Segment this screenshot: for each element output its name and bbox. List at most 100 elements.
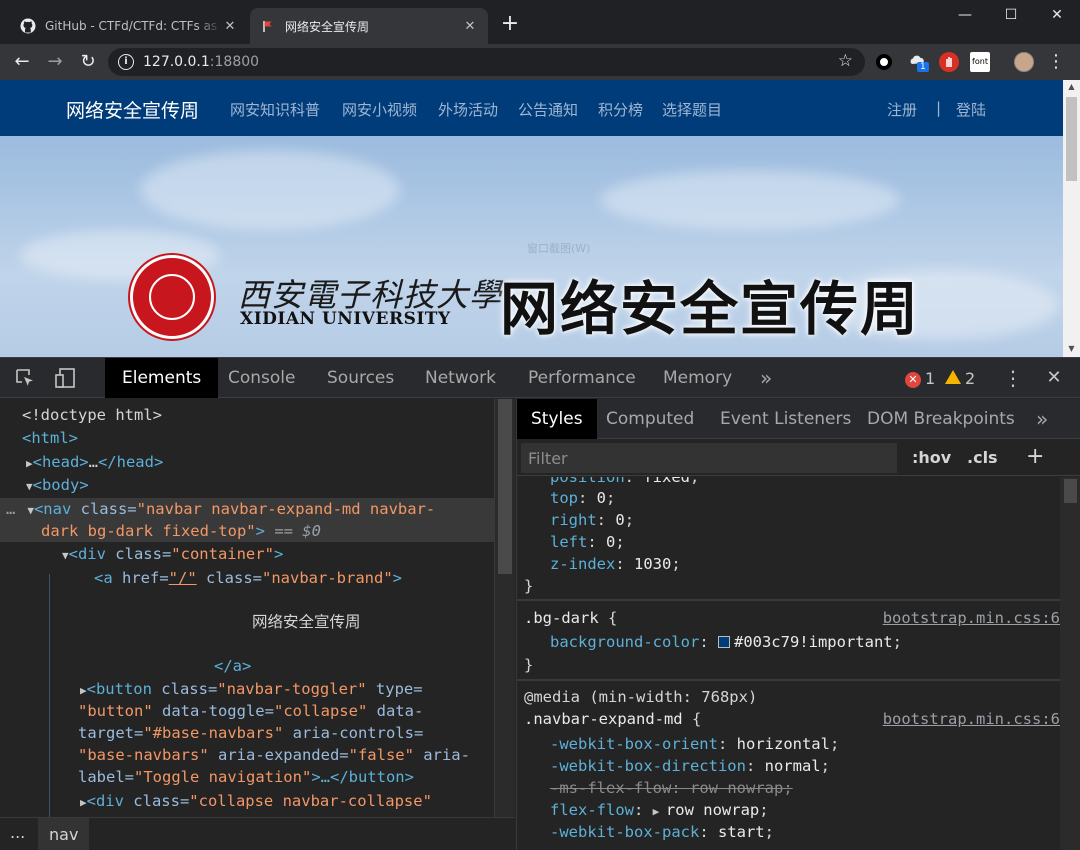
dom-node-brand-link[interactable]: <a href="/" class="navbar-brand">: [0, 567, 494, 589]
tab-sources[interactable]: Sources: [327, 358, 394, 398]
url-text[interactable]: 127.0.0.1:18800: [143, 54, 259, 70]
expand-shorthand-icon[interactable]: ▶: [653, 805, 666, 818]
css-rule-header[interactable]: .navbar-expand-md {bootstrap.min.css:6: [524, 708, 1060, 730]
styles-filter-input[interactable]: [521, 443, 897, 473]
tab-dom-breakpoints[interactable]: DOM Breakpoints: [867, 399, 1015, 439]
tab-memory[interactable]: Memory: [663, 358, 732, 398]
css-declaration[interactable]: top: 0;: [550, 487, 615, 509]
tab-close-icon[interactable]: ✕: [222, 19, 238, 34]
class-toggle[interactable]: .cls: [967, 448, 998, 467]
extension-hand-icon[interactable]: [939, 52, 959, 72]
nav-link-scoreboard[interactable]: 积分榜: [598, 99, 643, 120]
nav-link-activities[interactable]: 外场活动: [438, 99, 498, 120]
elements-scrollbar[interactable]: [494, 399, 515, 817]
styles-scrollbar[interactable]: [1060, 477, 1080, 850]
extension-circle-icon[interactable]: [876, 54, 892, 70]
register-link[interactable]: 注册: [887, 99, 917, 120]
dom-node-toggler-cont[interactable]: label="Toggle navigation">…</button>: [0, 766, 494, 788]
browser-menu-icon[interactable]: ⋮: [1044, 50, 1068, 74]
extension-cloud-icon[interactable]: 1: [908, 52, 929, 72]
more-tabs-icon[interactable]: »: [1036, 399, 1048, 439]
warning-counter[interactable]: 2: [945, 369, 975, 388]
css-declaration[interactable]: z-index: 1030;: [550, 553, 681, 575]
dom-node-head[interactable]: ▶<head>…</head>: [0, 451, 494, 473]
tab-styles[interactable]: Styles: [517, 399, 597, 439]
tab-event-listeners[interactable]: Event Listeners: [720, 399, 851, 439]
site-info-icon[interactable]: i: [118, 54, 134, 70]
styles-scrollbar-thumb[interactable]: [1064, 479, 1077, 503]
css-declaration[interactable]: flex-flow: ▶ row nowrap;: [550, 799, 769, 821]
devtools-close-icon[interactable]: ✕: [1043, 367, 1065, 389]
nav-link-challenges[interactable]: 选择题目: [662, 99, 722, 120]
css-rule-header[interactable]: .bg-dark {bootstrap.min.css:6: [524, 607, 1060, 629]
dom-node-toggler-cont[interactable]: "base-navbars" aria-expanded="false" ari…: [0, 744, 494, 766]
scroll-down-arrow[interactable]: ▼: [1063, 344, 1080, 353]
nav-link-videos[interactable]: 网安小视频: [342, 99, 417, 120]
close-window-button[interactable]: ✕: [1034, 0, 1080, 32]
new-tab-button[interactable]: +: [498, 13, 522, 37]
new-rule-plus-icon[interactable]: +: [1026, 444, 1044, 469]
expand-triangle-icon[interactable]: ▶: [26, 457, 33, 470]
extension-font-icon[interactable]: font: [970, 52, 990, 72]
tab-close-icon[interactable]: ✕: [462, 19, 478, 34]
expand-triangle-icon[interactable]: ▶: [80, 796, 87, 809]
device-toolbar-icon[interactable]: [54, 367, 76, 389]
login-link[interactable]: 登陆: [956, 99, 986, 120]
dom-text-brand[interactable]: 网络安全宣传周: [0, 611, 494, 633]
scroll-up-arrow[interactable]: ▲: [1063, 82, 1080, 91]
dom-node-nav-selected-cont[interactable]: dark bg-dark fixed-top"> == $0: [0, 520, 494, 542]
page-scrollbar[interactable]: ▲ ▼: [1063, 80, 1080, 357]
forward-button[interactable]: →: [43, 50, 67, 74]
breadcrumb-more[interactable]: ...: [10, 823, 25, 842]
nav-link-announcements[interactable]: 公告通知: [518, 99, 578, 120]
minimize-button[interactable]: —: [942, 0, 988, 32]
dom-node-doctype[interactable]: <!doctype html>: [0, 404, 494, 426]
color-swatch[interactable]: [717, 636, 730, 648]
tab-performance[interactable]: Performance: [528, 358, 636, 398]
dom-node-toggler-cont[interactable]: target="#base-navbars" aria-controls=: [0, 722, 494, 744]
breadcrumb-node-nav[interactable]: nav: [38, 818, 90, 850]
profile-avatar[interactable]: [1014, 52, 1034, 72]
dom-node-collapse[interactable]: ▶<div class="collapse navbar-collapse": [0, 790, 494, 812]
dom-node-a-close[interactable]: </a>: [0, 655, 494, 677]
reload-button[interactable]: ↻: [76, 50, 100, 74]
css-declaration-overridden[interactable]: -ms-flex-flow: row nowrap;: [550, 777, 793, 799]
css-declaration[interactable]: -webkit-box-orient: horizontal;: [550, 733, 839, 755]
dom-node-toggler-cont[interactable]: "button" data-toggle="collapse" data-: [0, 700, 494, 722]
error-counter[interactable]: ✕ 1: [905, 369, 935, 388]
nav-link-knowledge[interactable]: 网安知识科普: [230, 99, 320, 120]
dom-node-toggler[interactable]: ▶<button class="navbar-toggler" type=: [0, 678, 494, 700]
dom-node-nav-selected[interactable]: … ▼<nav class="navbar navbar-expand-md na…: [0, 498, 494, 520]
elements-tree[interactable]: <!doctype html> <html> ▶<head>…</head> ▼…: [0, 399, 494, 817]
site-brand-link[interactable]: 网络安全宣传周: [66, 96, 199, 123]
maximize-button[interactable]: ☐: [988, 0, 1034, 32]
css-declaration[interactable]: -webkit-box-pack: start;: [550, 821, 774, 843]
collapse-triangle-icon[interactable]: ▼: [27, 504, 34, 517]
expand-triangle-icon[interactable]: ▶: [80, 684, 87, 697]
hover-state-toggle[interactable]: :hov: [912, 448, 951, 467]
back-button[interactable]: ←: [10, 50, 34, 74]
elements-scrollbar-thumb[interactable]: [498, 399, 512, 574]
dom-node-container[interactable]: ▼<div class="container">: [0, 543, 494, 565]
css-declaration[interactable]: background-color: #003c79!important;: [550, 631, 902, 653]
tab-active-site[interactable]: 网络安全宣传周 ✕: [250, 8, 488, 44]
bookmark-star-icon[interactable]: ☆: [838, 51, 853, 71]
devtools-menu-icon[interactable]: ⋮: [1002, 367, 1024, 389]
css-source-link[interactable]: bootstrap.min.css:6: [883, 708, 1060, 730]
page-scrollbar-thumb[interactable]: [1066, 97, 1077, 181]
css-declaration[interactable]: left: 0;: [550, 531, 625, 553]
tab-network[interactable]: Network: [425, 358, 496, 398]
tab-github[interactable]: GitHub - CTFd/CTFd: CTFs as y ✕: [10, 8, 248, 44]
address-bar[interactable]: i 127.0.0.1:18800 ☆: [108, 48, 865, 76]
tab-elements[interactable]: Elements: [105, 358, 219, 398]
more-tabs-icon[interactable]: »: [760, 358, 772, 398]
collapse-triangle-icon[interactable]: ▼: [26, 480, 33, 493]
inspect-element-icon[interactable]: [14, 367, 36, 389]
dom-node-body[interactable]: ▼<body>: [0, 474, 494, 496]
tab-console[interactable]: Console: [228, 358, 296, 398]
dom-node-html[interactable]: <html>: [0, 427, 494, 449]
tab-computed[interactable]: Computed: [606, 399, 694, 439]
css-declaration[interactable]: right: 0;: [550, 509, 634, 531]
css-declaration[interactable]: -webkit-box-direction: normal;: [550, 755, 830, 777]
collapse-triangle-icon[interactable]: ▼: [62, 549, 69, 562]
